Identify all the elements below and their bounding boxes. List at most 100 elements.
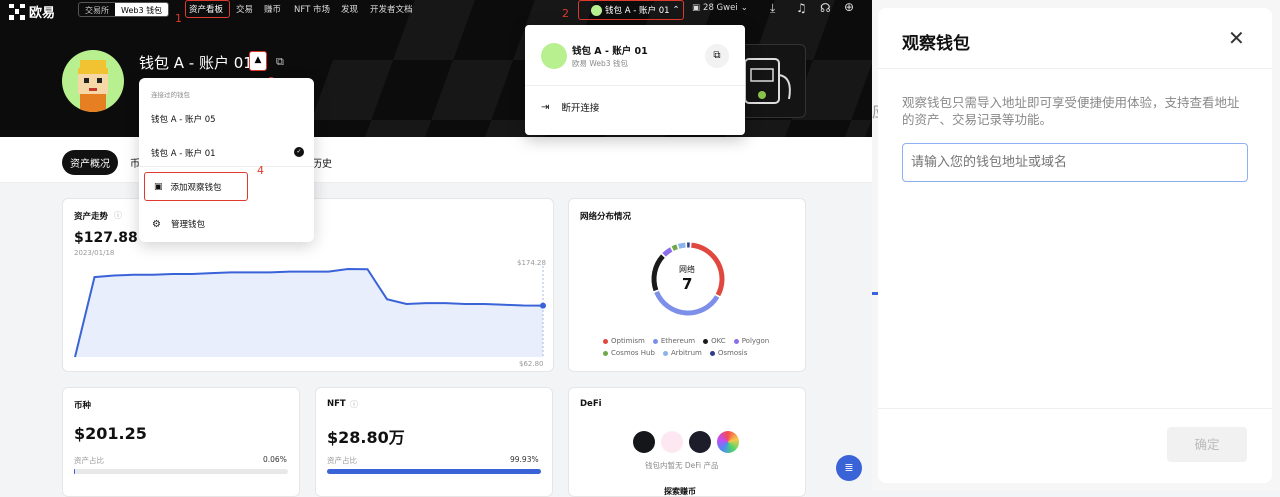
donut-slice-okc <box>654 256 663 290</box>
legend-dot <box>653 339 658 344</box>
nav-discover[interactable]: 发现 <box>341 3 358 15</box>
mode-switch[interactable]: 交易所 Web3 钱包 <box>78 2 169 17</box>
pixel-avatar-icon <box>62 50 124 112</box>
modal-title: 观察钱包 <box>902 29 970 54</box>
wallet-add-icon: ▣ <box>154 182 163 192</box>
logout-icon: ⇥ <box>541 102 549 113</box>
globe-icon[interactable]: ⊕ <box>844 0 854 14</box>
legend-ethereum: Ethereum <box>653 337 695 345</box>
coins-ratio-bar <box>74 469 288 474</box>
legend-dot <box>710 351 715 356</box>
disconnect-item[interactable]: ⇥ 断开连接 <box>541 100 599 114</box>
nav-nft[interactable]: NFT 市场 <box>294 3 330 15</box>
nft-card[interactable]: NFT ⓘ $28.80万 资产占比 99.93% <box>315 387 553 497</box>
annotation-4: 4 <box>257 164 264 177</box>
annotation-1: 1 <box>175 12 182 25</box>
tab-history[interactable]: 历史 <box>312 155 332 170</box>
legend-osmosis: Osmosis <box>710 349 748 357</box>
network-center-label: 网络 <box>679 264 695 275</box>
chevron-down-icon: ⌄ <box>741 3 748 13</box>
network-center-value: 7 <box>682 275 692 293</box>
dropdown-wallet-05[interactable]: 钱包 A - 账户 05 <box>151 113 216 125</box>
coins-ratio-label: 资产占比 <box>74 455 104 466</box>
chevron-up-icon: ⌃ <box>673 5 680 15</box>
gear-icon: ⚙ <box>152 219 161 230</box>
copy-icon[interactable]: ⧉ <box>705 44 729 68</box>
wallet-dropdown-toggle[interactable]: ▲ <box>249 51 267 71</box>
coins-title: 币种 <box>74 399 91 411</box>
modal-description: 观察钱包只需导入地址即可享受便捷使用体验，支持查看地址的资产、交易记录等功能。 <box>902 94 1247 128</box>
legend-dot <box>703 339 708 344</box>
add-watch-wallet-item[interactable]: ▣ 添加观察钱包 <box>144 172 248 201</box>
tab-overview[interactable]: 资产概况 <box>62 150 118 175</box>
coins-ratio: 0.06% <box>263 455 287 464</box>
dropdown-wallet-01[interactable]: 钱包 A - 账户 01 <box>151 147 216 159</box>
legend-cosmos: Cosmos Hub <box>603 349 655 357</box>
copy-icon[interactable]: ⧉ <box>276 55 284 69</box>
nav-earn[interactable]: 赚币 <box>264 3 281 15</box>
nav-asset-board[interactable]: 资产看板 <box>189 3 223 15</box>
dropdown-divider <box>139 166 314 167</box>
nft-ratio: 99.93% <box>510 455 539 464</box>
wallet-title: 钱包 A - 账户 01 <box>139 52 253 73</box>
nft-ratio-label: 资产占比 <box>327 455 357 466</box>
legend-dot <box>734 339 739 344</box>
modal-header-divider <box>878 68 1272 69</box>
legend-polygon: Polygon <box>734 337 770 345</box>
nft-ratio-bar <box>327 469 541 474</box>
download-icon[interactable]: ⤓ <box>770 1 775 16</box>
legend-dot <box>603 351 608 356</box>
headset-icon[interactable]: ☊ <box>820 1 831 15</box>
gas-value: 28 Gwei <box>703 3 738 13</box>
seg-web3[interactable]: Web3 钱包 <box>115 3 168 16</box>
account-avatar-icon <box>591 5 602 16</box>
wallet-address-input[interactable] <box>902 143 1248 182</box>
check-icon: ✓ <box>294 147 304 157</box>
nav-trade[interactable]: 交易 <box>236 3 253 15</box>
legend-optimism: Optimism <box>603 337 645 345</box>
account-menu-name: 钱包 A - 账户 01 <box>572 43 648 57</box>
disconnect-label: 断开连接 <box>561 100 599 114</box>
okx-logo[interactable]: 欧易 <box>9 2 55 21</box>
gas-indicator[interactable]: ▣ 28 Gwei ⌄ <box>692 3 748 13</box>
account-button-label: 钱包 A - 账户 01 <box>605 4 670 16</box>
coins-card[interactable]: 币种 $201.25 资产占比 0.06% <box>62 387 300 497</box>
gas-pump-icon: ▣ <box>692 3 700 13</box>
info-icon[interactable]: ⓘ <box>350 399 358 410</box>
manage-label: 管理钱包 <box>171 218 205 230</box>
caret-up-icon: ▲ <box>255 55 262 65</box>
bell-icon[interactable]: ♫ <box>796 1 807 15</box>
defi-empty: 钱包内暂无 DeFi 产品 <box>645 460 719 471</box>
chat-bubble-icon[interactable]: ≣ <box>836 455 862 481</box>
nft-ratio-fill <box>327 469 541 474</box>
donut-slice-cosmos-hub <box>673 247 677 249</box>
seg-exchange[interactable]: 交易所 <box>79 3 115 16</box>
menu-divider <box>525 85 745 86</box>
network-legend: Optimism Ethereum OKC Polygon Cosmos Hub… <box>603 337 803 357</box>
defi-explore[interactable]: 探索赚币 <box>664 486 696 497</box>
modal-footer-divider <box>878 408 1272 409</box>
legend-label: Arbitrum <box>671 349 702 357</box>
add-watch-label: 添加观察钱包 <box>171 181 222 193</box>
manage-wallet-item[interactable]: ⚙ 管理钱包 <box>152 218 205 230</box>
confirm-button[interactable]: 确定 <box>1167 427 1247 462</box>
legend-label: Ethereum <box>661 337 695 345</box>
account-button[interactable]: 钱包 A - 账户 01 ⌃ <box>578 0 684 20</box>
network-card: 网络分布情况 网络 7 Optimism Ethereum OKC Polygo… <box>568 198 806 372</box>
wallet-avatar <box>62 50 124 112</box>
defi-card: DeFi 钱包内暂无 DeFi 产品 探索赚币 <box>568 387 806 497</box>
legend-label: Osmosis <box>718 349 748 357</box>
coins-value: $201.25 <box>74 424 147 443</box>
protocol-icon-3 <box>689 431 711 453</box>
donut-slice-polygon <box>664 249 671 254</box>
logo-text: 欧易 <box>29 2 55 21</box>
close-icon[interactable]: ✕ <box>1228 26 1245 50</box>
nft-title: NFT <box>327 399 346 409</box>
defi-title: DeFi <box>580 399 602 409</box>
defi-protocol-icons <box>633 431 739 453</box>
legend-okc: OKC <box>703 337 726 345</box>
nav-dev-docs[interactable]: 开发者文档 <box>370 3 413 15</box>
account-menu: 钱包 A - 账户 01 欧易 Web3 钱包 ⧉ ⇥ 断开连接 <box>525 25 745 135</box>
donut-slice-ethereum <box>657 292 718 313</box>
donut-slice-arbitrum <box>679 245 686 246</box>
